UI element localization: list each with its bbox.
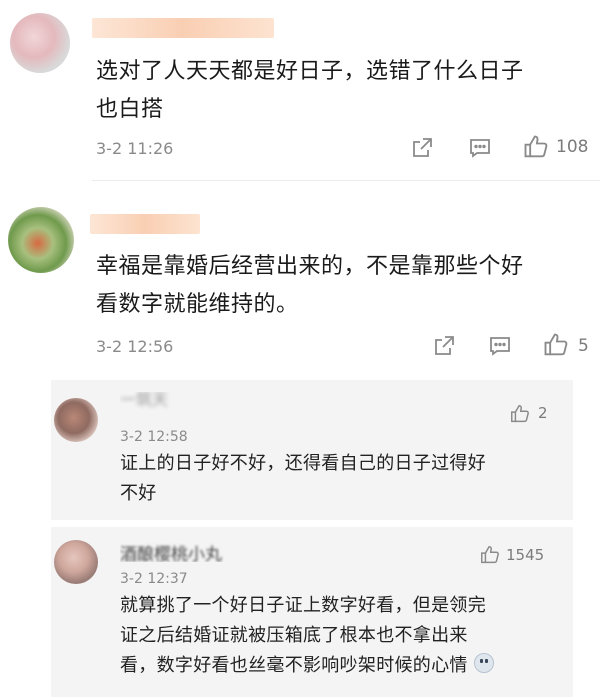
like-button[interactable] — [508, 402, 532, 426]
username-blurred[interactable] — [90, 214, 200, 234]
like-count: 5 — [578, 336, 589, 356]
avatar[interactable] — [54, 398, 98, 442]
like-button[interactable] — [540, 330, 572, 360]
avatar[interactable] — [8, 207, 74, 273]
sweat-emoji-icon — [473, 653, 494, 673]
comment-icon — [470, 139, 490, 158]
like-count: 2 — [538, 404, 548, 422]
reply-text: 就算挑了一个好日子证上数字好看，但是领完 证之后结婚证就被压箱底了根本也不拿出来… — [120, 591, 568, 681]
reply-username[interactable]: 酒酿樱桃小丸 — [120, 540, 270, 562]
like-count: 108 — [556, 137, 589, 157]
reply-time: 3-2 12:37 — [120, 571, 188, 587]
share-icon — [435, 336, 454, 355]
reply-username[interactable]: 一筑天 — [120, 392, 200, 414]
share-button[interactable] — [408, 134, 436, 162]
thumbs-up-icon — [524, 135, 548, 158]
reply-text: 证上的日子好不好，还得看自己的日子过得好 不好 — [120, 453, 486, 504]
thumbs-up-icon — [481, 546, 499, 564]
share-icon — [413, 138, 432, 157]
username-blurred[interactable] — [92, 18, 274, 38]
divider — [92, 180, 600, 181]
comment-time: 3-2 11:26 — [96, 139, 174, 158]
comment-text: 选对了人天天都是好日子，选错了什么日子 也白搭 — [96, 59, 524, 122]
like-button[interactable] — [520, 132, 552, 162]
comment-button[interactable] — [486, 332, 514, 360]
like-button[interactable] — [478, 543, 502, 567]
comment-text: 幸福是靠婚后经营出来的，不是靠那些个好 看数字就能维持的。 — [96, 254, 524, 317]
avatar[interactable] — [10, 13, 70, 73]
comment-time: 3-2 12:56 — [96, 337, 174, 356]
comment-button[interactable] — [466, 134, 494, 162]
reply-time: 3-2 12:58 — [120, 429, 188, 445]
thumbs-up-icon — [511, 405, 529, 423]
thumbs-up-icon — [544, 333, 568, 356]
avatar[interactable] — [54, 540, 98, 584]
share-button[interactable] — [430, 332, 458, 360]
comment-icon — [490, 337, 510, 356]
like-count: 1545 — [506, 546, 545, 564]
